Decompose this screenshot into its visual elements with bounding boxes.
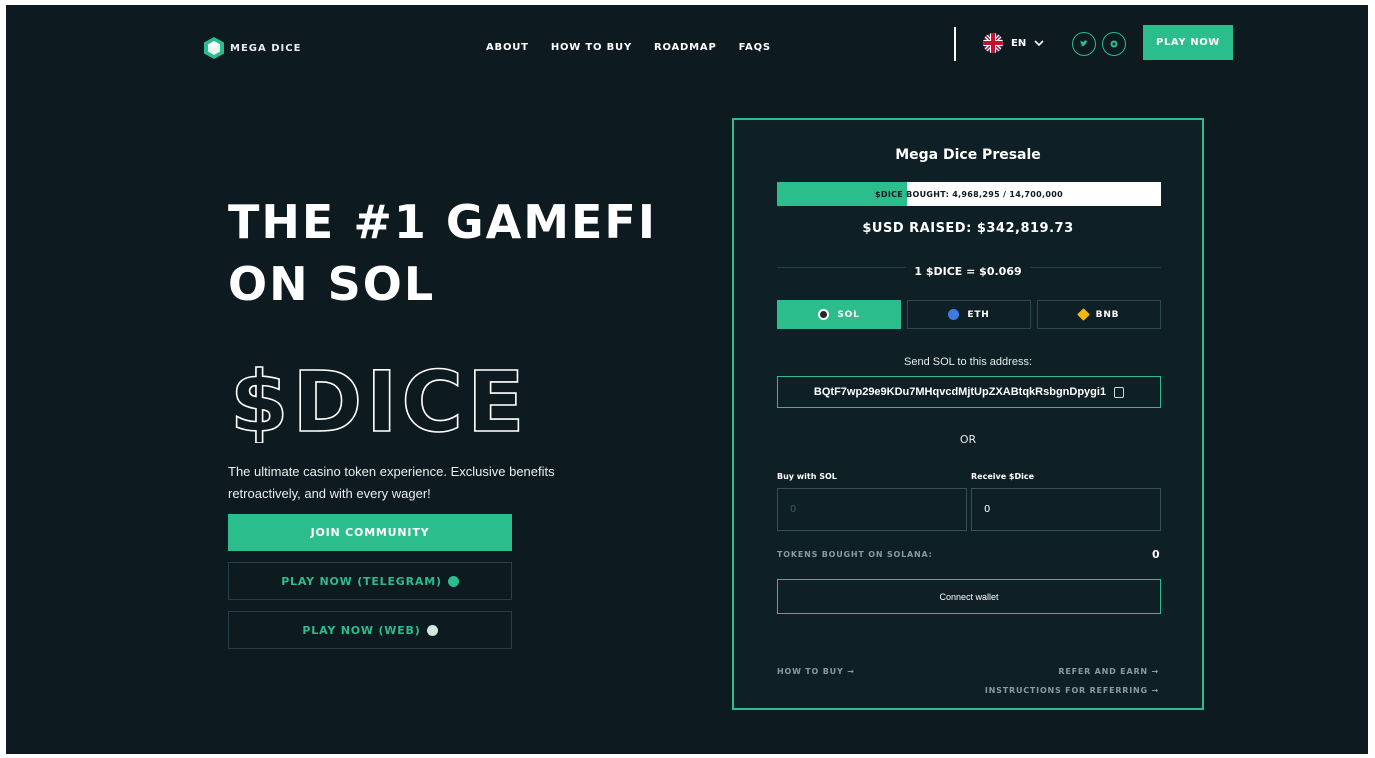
nav-roadmap[interactable]: ROADMAP: [654, 42, 717, 53]
wallet-address-field[interactable]: BQtF7wp29e9KDu7MHqvcdMjtUpZXABtqkRsbgnDp…: [777, 376, 1161, 408]
presale-card: Mega Dice Presale $DICE BOUGHT: 4,968,29…: [732, 118, 1204, 710]
currency-tabs: SOL ETH BNB: [777, 300, 1161, 329]
telegram-icon[interactable]: [1102, 32, 1126, 56]
send-address-label: Send SOL to this address:: [904, 356, 1032, 368]
progress-text: $DICE BOUGHT: 4,968,295 / 14,700,000: [875, 189, 1063, 199]
tab-sol-label: SOL: [837, 309, 860, 320]
tab-bnb-label: BNB: [1095, 309, 1120, 320]
copy-icon[interactable]: [1114, 386, 1125, 398]
uk-flag-icon: [983, 33, 1003, 53]
play-telegram-button[interactable]: PLAY NOW (TELEGRAM): [228, 562, 512, 600]
tokens-bought-label: TOKENS BOUGHT ON SOLANA:: [777, 550, 933, 559]
dice-outline-text: $DICE: [230, 353, 528, 443]
solana-icon: [818, 309, 830, 320]
token-rate-text: 1 $DICE = $0.069: [906, 265, 1030, 278]
hero-description: The ultimate casino token experience. Ex…: [228, 464, 555, 501]
hero-title: THE #1 GAMEFI ON SOL: [228, 191, 708, 315]
join-community-button[interactable]: JOIN COMMUNITY: [228, 514, 512, 551]
play-now-button[interactable]: PLAY NOW: [1143, 25, 1233, 60]
referring-instructions-link[interactable]: INSTRUCTIONS FOR REFERRING →: [985, 686, 1159, 695]
header-divider: [954, 27, 956, 61]
buy-amount-input[interactable]: 0: [777, 488, 967, 531]
wallet-address: BQtF7wp29e9KDu7MHqvcdMjtUpZXABtqkRsbgnDp…: [813, 386, 1107, 398]
nav-about[interactable]: ABOUT: [486, 42, 529, 53]
dice-token-outline: $DICE: [229, 353, 528, 443]
language-code: EN: [1011, 37, 1027, 49]
refer-and-earn-link[interactable]: REFER AND EARN →: [1058, 667, 1159, 676]
language-selector[interactable]: EN: [983, 33, 1044, 53]
receive-amount-input[interactable]: 0: [971, 488, 1161, 531]
bnb-icon: [1076, 308, 1090, 321]
play-telegram-label: PLAY NOW (TELEGRAM): [281, 574, 442, 588]
telegram-icon: [447, 575, 459, 587]
page-frame: MEGA DICE ABOUT HOW TO BUY ROADMAP FAQS …: [6, 5, 1368, 754]
logo[interactable]: MEGA DICE: [202, 36, 301, 60]
connect-wallet-button[interactable]: Connect wallet: [777, 579, 1161, 614]
nav-how-to-buy[interactable]: HOW TO BUY: [551, 42, 632, 53]
usd-raised: $USD RAISED: $342,819.73: [862, 221, 1074, 236]
play-web-label: PLAY NOW (WEB): [302, 623, 421, 637]
tab-sol[interactable]: SOL: [777, 300, 901, 329]
twitter-icon[interactable]: [1072, 32, 1096, 56]
logo-text: MEGA DICE: [230, 42, 302, 54]
tab-bnb[interactable]: BNB: [1037, 300, 1161, 329]
tab-eth-label: ETH: [967, 309, 990, 320]
token-rate: 1 $DICE = $0.069: [734, 260, 1202, 279]
ethereum-icon: [948, 309, 960, 320]
or-separator: OR: [959, 433, 977, 446]
logo-icon: [204, 37, 224, 59]
play-web-button[interactable]: PLAY NOW (WEB): [228, 611, 512, 649]
hero-title-line-2: ON SOL: [228, 257, 436, 311]
buy-with-sol-label: Buy with SOL: [777, 472, 837, 481]
main-nav: ABOUT HOW TO BUY ROADMAP FAQS: [486, 42, 771, 53]
tokens-bought-value: 0: [1152, 548, 1160, 561]
receive-dice-label: Receive $Dice: [971, 472, 1035, 481]
how-to-buy-link[interactable]: HOW TO BUY →: [777, 667, 855, 676]
globe-icon: [426, 624, 438, 636]
presale-title: Mega Dice Presale: [895, 147, 1041, 163]
presale-progress-bar: $DICE BOUGHT: 4,968,295 / 14,700,000: [777, 182, 1161, 206]
nav-faqs[interactable]: FAQS: [739, 42, 771, 53]
chevron-down-icon: [1034, 40, 1044, 47]
hero-title-line-1: THE #1 GAMEFI: [228, 195, 657, 249]
tab-eth[interactable]: ETH: [907, 300, 1031, 329]
